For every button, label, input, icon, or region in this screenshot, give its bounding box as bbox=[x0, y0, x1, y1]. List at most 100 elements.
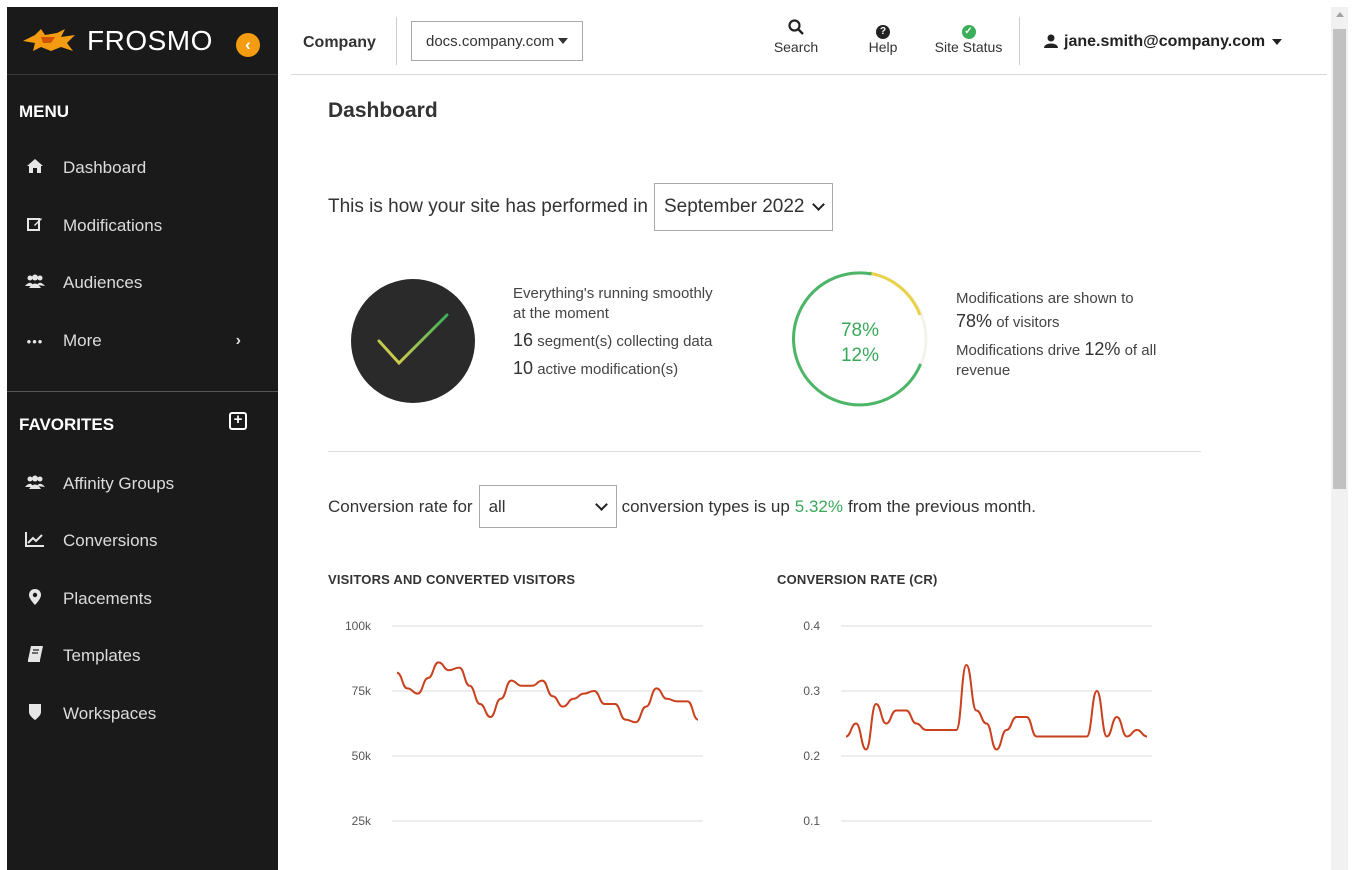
y-tick-label: 0.2 bbox=[803, 749, 820, 763]
sidebar-item-templates[interactable]: Templates bbox=[7, 636, 278, 676]
site-select-value: docs.company.com bbox=[426, 32, 555, 50]
mods-shown-pct: 78% bbox=[956, 311, 993, 331]
status-line-2: at the moment bbox=[513, 305, 609, 322]
mods-line-1: Modifications are shown to bbox=[956, 290, 1134, 307]
main-content: Dashboard This is how your site has perf… bbox=[291, 75, 1327, 870]
help-icon: ? bbox=[863, 19, 903, 39]
modifications-count: 10 bbox=[513, 358, 534, 378]
sidebar-item-label: Affinity Groups bbox=[63, 474, 175, 493]
home-icon bbox=[25, 159, 45, 177]
sidebar-item-workspaces[interactable]: Workspaces bbox=[7, 694, 278, 734]
search-label: Search bbox=[773, 39, 819, 55]
y-tick-label: 25k bbox=[352, 814, 372, 828]
user-icon bbox=[1044, 34, 1058, 51]
search-button[interactable]: Search bbox=[771, 19, 821, 57]
conversion-rate-chart-title: CONVERSION RATE (CR) bbox=[777, 572, 938, 587]
users-icon bbox=[25, 274, 45, 292]
mods-drive-suffix: of all bbox=[1124, 342, 1157, 359]
conversion-type-select[interactable]: all bbox=[478, 485, 617, 528]
mods-line-2: 78% of visitors bbox=[956, 311, 1156, 333]
caret-down-icon bbox=[558, 38, 568, 44]
site-status-label: Site Status bbox=[934, 39, 1003, 55]
month-select-value: September 2022 bbox=[663, 196, 805, 217]
sidebar-item-audiences[interactable]: Audiences bbox=[7, 263, 278, 303]
segments-text: segment(s) collecting data bbox=[537, 333, 713, 350]
modifications-summary: Modifications are shown to 78% of visito… bbox=[956, 289, 1156, 381]
sidebar-item-label: Templates bbox=[63, 646, 141, 665]
sidebar-item-label: Conversions bbox=[63, 531, 158, 550]
line-chart-icon bbox=[25, 531, 45, 551]
sidebar-item-dashboard[interactable]: Dashboard bbox=[7, 148, 278, 188]
y-tick-label: 0.3 bbox=[803, 684, 820, 698]
collapse-sidebar-button[interactable]: ‹ bbox=[236, 33, 260, 57]
shield-icon bbox=[25, 704, 45, 724]
sidebar-item-label: Workspaces bbox=[63, 704, 157, 723]
caret-down-icon bbox=[1272, 39, 1283, 45]
scrollbar[interactable] bbox=[1331, 7, 1348, 870]
sidebar-item-label: Modifications bbox=[63, 216, 163, 235]
conversion-change: 5.32% bbox=[794, 496, 843, 516]
visitors-chart-title: VISITORS AND CONVERTED VISITORS bbox=[328, 572, 576, 587]
sidebar-item-label: Audiences bbox=[63, 273, 143, 292]
sidebar-item-label: More bbox=[63, 331, 102, 350]
users-icon bbox=[25, 475, 45, 493]
add-favorite-button[interactable]: + bbox=[229, 412, 247, 430]
ellipsis-icon: ••• bbox=[26, 333, 44, 349]
topbar-divider bbox=[1019, 17, 1020, 65]
brand-name: FROSMO bbox=[87, 24, 213, 56]
segments-count: 16 bbox=[513, 330, 534, 350]
scroll-thumb[interactable] bbox=[1333, 29, 1346, 489]
scroll-up-icon[interactable] bbox=[1336, 12, 1344, 17]
status-check-badge bbox=[351, 279, 475, 403]
help-button[interactable]: ? Help bbox=[863, 19, 903, 57]
map-marker-icon bbox=[25, 589, 45, 609]
sidebar-item-modifications[interactable]: Modifications bbox=[7, 206, 278, 246]
modifications-text: active modification(s) bbox=[537, 361, 679, 378]
sidebar-item-placements[interactable]: Placements bbox=[7, 579, 278, 619]
help-label: Help bbox=[868, 39, 898, 55]
search-icon bbox=[771, 19, 821, 39]
y-tick-label: 100k bbox=[345, 619, 372, 633]
conversion-type-value: all bbox=[488, 496, 506, 516]
chevron-right-icon: › bbox=[235, 332, 241, 349]
ring-revenue-pct: 12% bbox=[840, 345, 880, 366]
mods-revenue-pct: 12% bbox=[1084, 339, 1121, 359]
conversion-rate-line-chart: 0.4 0.3 0.2 0.1 bbox=[803, 619, 1152, 828]
sidebar-item-conversions[interactable]: Conversions bbox=[7, 521, 278, 561]
edit-icon bbox=[25, 216, 45, 236]
status-summary: Everything's running smoothly at the mom… bbox=[513, 284, 713, 380]
conversion-line: Conversion rate for all conversion types… bbox=[328, 485, 1036, 528]
top-bar: Company docs.company.com Search ? Help ✓… bbox=[291, 7, 1327, 75]
fox-logo-icon bbox=[23, 28, 75, 51]
y-tick-label: 75k bbox=[352, 684, 372, 698]
mods-line-2-text: of visitors bbox=[996, 314, 1060, 331]
month-select[interactable]: September 2022 bbox=[653, 183, 834, 231]
mods-drive-prefix: Modifications drive bbox=[956, 342, 1081, 359]
segments-row: 16 segment(s) collecting data bbox=[513, 330, 713, 352]
topbar-divider bbox=[396, 17, 397, 65]
user-menu[interactable]: jane.smith@company.com bbox=[1044, 33, 1283, 51]
check-circle-icon: ✓ bbox=[926, 19, 1011, 39]
y-tick-label: 0.4 bbox=[803, 619, 820, 633]
modifications-row: 10 active modification(s) bbox=[513, 358, 713, 380]
checkmark-icon bbox=[377, 313, 449, 366]
site-status-button[interactable]: ✓ Site Status bbox=[926, 19, 1011, 57]
sidebar-item-label: Dashboard bbox=[63, 158, 147, 177]
performance-line: This is how your site has performed in S… bbox=[328, 183, 834, 231]
user-email: jane.smith@company.com bbox=[1064, 33, 1266, 50]
y-tick-label: 50k bbox=[352, 749, 372, 763]
sidebar: FROSMO ‹ MENU Dashboard Modifications Au… bbox=[7, 7, 278, 870]
conversion-prefix: Conversion rate for bbox=[328, 496, 473, 516]
favorites-title: FAVORITES bbox=[19, 415, 115, 434]
sidebar-divider bbox=[7, 391, 278, 392]
chevron-down-icon bbox=[594, 497, 608, 511]
site-select[interactable]: docs.company.com bbox=[411, 21, 583, 61]
visitors-line-chart: 100k 75k 50k 25k bbox=[345, 619, 703, 828]
conversion-middle: conversion types is up bbox=[621, 496, 790, 516]
ring-values: 78% 12% bbox=[791, 318, 929, 368]
sidebar-item-more[interactable]: ••• More › bbox=[7, 321, 278, 361]
sidebar-item-label: Placements bbox=[63, 589, 152, 608]
app: FROSMO ‹ MENU Dashboard Modifications Au… bbox=[0, 0, 1353, 870]
series-line bbox=[845, 663, 1148, 751]
sidebar-item-affinity-groups[interactable]: Affinity Groups bbox=[7, 464, 278, 504]
